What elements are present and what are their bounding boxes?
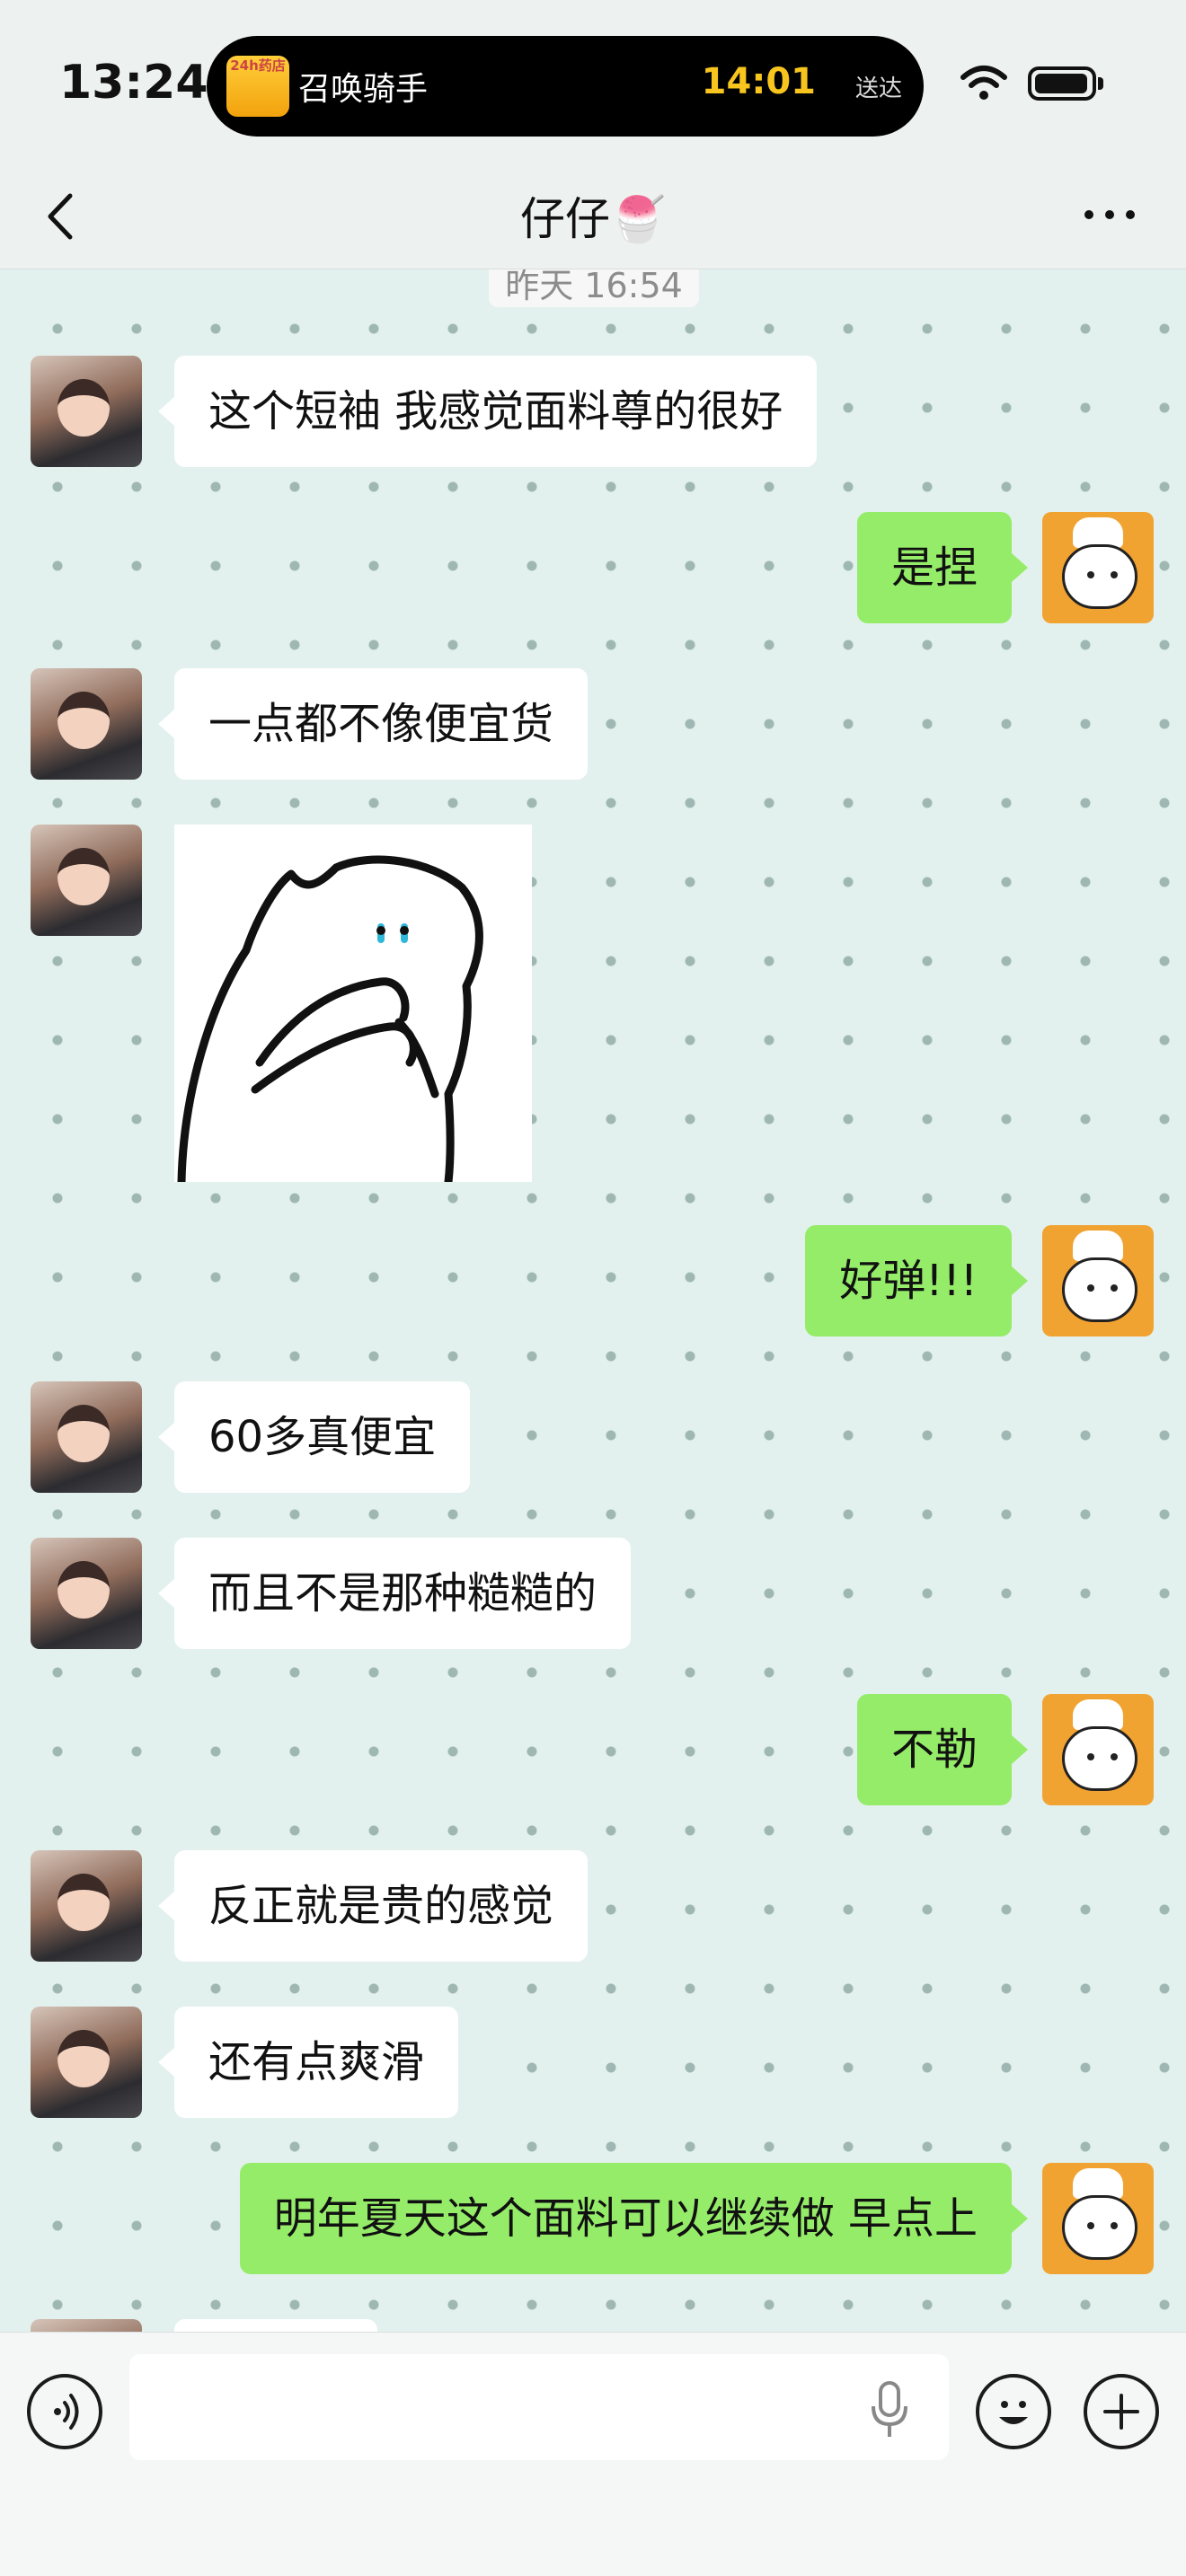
message-bubble[interactable]: 一点都不像便宜货: [157, 668, 589, 780]
chat-area[interactable]: 昨天 16:54 这个短袖 我感觉面料尊的很好 是捏 一点都不像便宜货 好弹!!…: [0, 269, 1186, 2332]
wifi-icon: [960, 66, 1007, 100]
my-avatar[interactable]: [1042, 1694, 1154, 1805]
live-activity-eta-suffix: 送达: [854, 75, 902, 102]
my-avatar[interactable]: [1042, 512, 1154, 623]
pharmacy-app-icon: 24h药店: [226, 56, 289, 117]
contact-avatar[interactable]: [31, 356, 142, 467]
crying-cat-icon: [177, 855, 483, 1182]
more-actions-button[interactable]: [1084, 2374, 1159, 2449]
message-bubble[interactable]: 好弹!!!: [805, 1225, 1028, 1337]
message-timestamp: 昨天 16:54: [489, 269, 699, 307]
message-bubble[interactable]: 而且不是那种糙糙的: [157, 1538, 632, 1649]
contact-avatar[interactable]: [31, 1538, 142, 1649]
contact-avatar[interactable]: [31, 825, 142, 936]
more-options-icon[interactable]: [1078, 192, 1141, 237]
plus-icon: [1103, 2394, 1139, 2430]
contact-avatar[interactable]: [31, 668, 142, 780]
message-bubble[interactable]: 还有点爽滑: [157, 2007, 459, 2118]
message-bubble[interactable]: 这个短袖 我感觉面料尊的很好: [157, 356, 818, 467]
message-bubble[interactable]: 是捏: [856, 512, 1029, 623]
microphone-icon[interactable]: [866, 2379, 913, 2440]
emoji-button[interactable]: [976, 2374, 1051, 2449]
status-bar: 13:24 24h药店 召唤骑手 14:01 送达: [0, 0, 1186, 162]
crying-cat-sticker[interactable]: [174, 825, 532, 1182]
live-activity-eta: 14:01: [701, 61, 816, 102]
chat-header: 仔仔🍧: [0, 162, 1186, 269]
my-avatar[interactable]: [1042, 1225, 1154, 1337]
contact-avatar[interactable]: [31, 2319, 142, 2332]
contact-avatar[interactable]: [31, 2007, 142, 2118]
message-bubble[interactable]: 反正就是贵的感觉: [157, 1850, 589, 1962]
message-bubble[interactable]: 明年夏天这个面料可以继续做 早点上: [239, 2163, 1029, 2274]
status-time: 13:24: [59, 56, 208, 110]
voice-toggle-button[interactable]: [27, 2374, 102, 2449]
voice-icon: [54, 2394, 79, 2430]
message-bubble[interactable]: 60多真便宜: [157, 1381, 471, 1493]
emoji-icon: [999, 2401, 1028, 2424]
input-bar: [0, 2332, 1186, 2576]
message-bubble-partial[interactable]: [174, 2319, 377, 2332]
battery-icon: [1028, 66, 1096, 101]
chat-title: 仔仔🍧: [519, 193, 667, 245]
message-bubble[interactable]: 不勒: [856, 1694, 1029, 1805]
live-activity-island[interactable]: 24h药店 召唤骑手 14:01 送达: [207, 36, 924, 137]
message-input[interactable]: [129, 2354, 949, 2460]
battery-tip: [1098, 77, 1103, 90]
my-avatar[interactable]: [1042, 2163, 1154, 2274]
contact-avatar[interactable]: [31, 1850, 142, 1962]
contact-avatar[interactable]: [31, 1381, 142, 1493]
live-activity-title: 召唤骑手: [298, 71, 429, 108]
